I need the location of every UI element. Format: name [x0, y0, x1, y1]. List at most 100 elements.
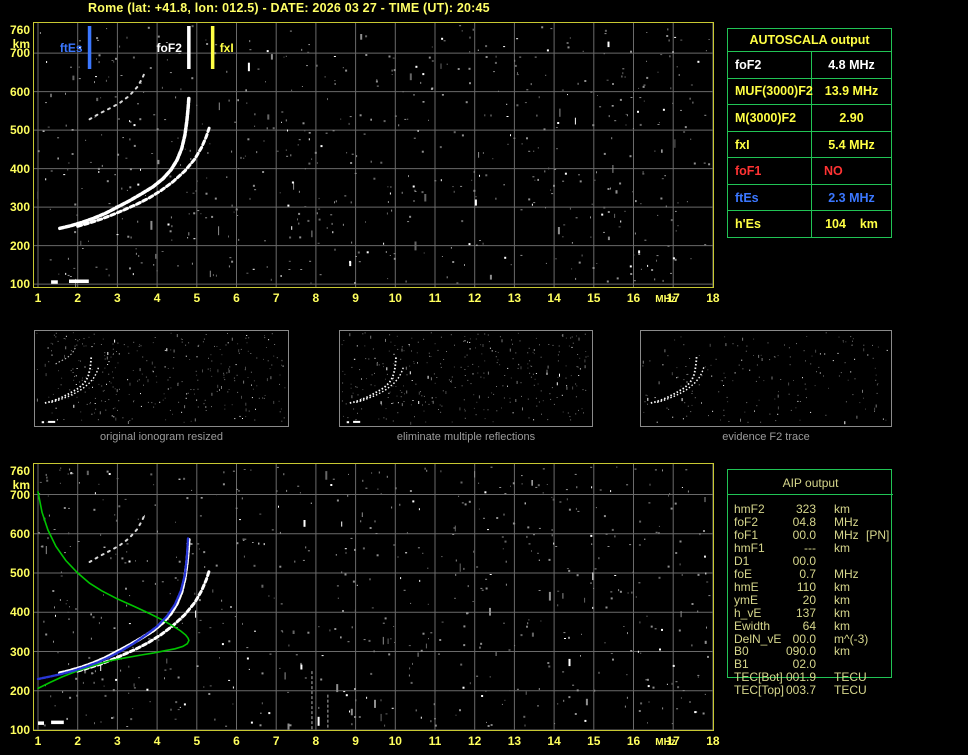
noise-dot: [211, 392, 213, 396]
noise-dot: [825, 414, 827, 416]
noise-dot: [664, 175, 666, 177]
noise-dot: [528, 347, 530, 349]
noise-dot: [190, 389, 192, 390]
noise-dot: [875, 379, 877, 381]
noise-dot: [643, 100, 645, 102]
noise-dot: [114, 514, 116, 516]
noise-dot: [638, 250, 641, 254]
noise-dot: [279, 667, 281, 669]
noise-dot: [156, 128, 159, 131]
noise-dot: [364, 332, 366, 334]
noise-dot: [510, 264, 512, 266]
noise-dot: [231, 150, 233, 153]
noise-dot: [671, 723, 673, 725]
noise-dot: [392, 363, 394, 365]
noise-dot: [52, 590, 55, 592]
noise-dot: [847, 379, 849, 381]
noise-dot: [438, 653, 440, 655]
noise-dot: [577, 366, 579, 368]
noise-dot: [533, 202, 536, 204]
noise-dot: [335, 554, 337, 556]
noise-dot: [509, 348, 511, 352]
noise-dot: [407, 221, 410, 223]
noise-dot: [825, 332, 827, 334]
noise-dot: [57, 652, 59, 654]
noise-dot: [74, 345, 76, 347]
noise-dot: [350, 201, 352, 204]
noise-dot: [250, 371, 252, 373]
noise-dot: [412, 662, 413, 665]
noise-dot: [232, 686, 234, 689]
aip-row: Ewidth 64 km: [728, 619, 893, 633]
freq-marker-label-foF2: foF2: [157, 41, 183, 55]
noise-dot: [345, 69, 348, 72]
noise-dot: [576, 366, 578, 368]
noise-dot: [755, 380, 757, 382]
noise-dot: [133, 687, 136, 689]
noise-dot: [57, 137, 60, 139]
noise-dot: [538, 527, 541, 529]
noise-dot: [619, 590, 622, 593]
aip-row-unit: km: [834, 579, 850, 594]
noise-dot: [368, 639, 371, 642]
noise-dot: [119, 388, 120, 390]
noise-dot: [410, 681, 413, 684]
noise-dot: [284, 387, 286, 389]
noise-dot: [475, 196, 477, 198]
noise-dot: [170, 708, 172, 711]
noise-dot: [132, 708, 134, 710]
noise-dot: [207, 152, 209, 154]
noise-dot: [492, 421, 494, 423]
noise-dot: [646, 395, 648, 397]
noise-dot: [68, 532, 70, 535]
noise-dot: [264, 337, 266, 339]
noise-dot: [523, 715, 526, 718]
noise-dot: [130, 718, 133, 721]
noise-dot: [461, 502, 464, 504]
noise-dot: [574, 473, 577, 475]
noise-dot: [126, 36, 128, 39]
noise-dot: [214, 718, 216, 721]
noise-dot: [221, 643, 224, 646]
noise-dot: [409, 73, 412, 81]
noise-dot: [647, 722, 648, 724]
noise-dot: [698, 355, 700, 356]
noise-dot: [247, 138, 250, 141]
noise-dot: [157, 35, 160, 38]
noise-dot: [506, 103, 508, 105]
noise-dot: [271, 529, 274, 531]
noise-dot: [209, 627, 212, 629]
noise-dot: [77, 340, 79, 342]
noise-dot: [575, 396, 577, 398]
noise-dot: [565, 489, 568, 491]
noise-dot: [437, 349, 439, 351]
noise-dot: [666, 407, 668, 409]
noise-dot: [156, 381, 158, 383]
noise-dot: [397, 348, 399, 350]
noise-dot: [551, 387, 553, 389]
noise-dot: [221, 354, 223, 356]
noise-dot: [255, 408, 256, 410]
noise-dot: [639, 520, 642, 523]
noise-dot: [486, 721, 487, 723]
autoscala-row: ftEs 2.3 MHz: [728, 183, 891, 211]
noise-dot: [259, 513, 262, 515]
noise-dot: [514, 523, 516, 525]
noise-dot: [532, 176, 535, 178]
noise-dot: [411, 337, 413, 339]
noise-dot: [472, 363, 474, 365]
noise-dot: [228, 235, 229, 238]
noise-dot: [642, 365, 644, 367]
noise-dot: [362, 479, 364, 482]
noise-dot: [503, 46, 506, 48]
noise-dot: [241, 497, 243, 500]
noise-dot: [487, 529, 489, 531]
noise-dot: [173, 349, 175, 353]
noise-dot: [418, 391, 420, 395]
noise-dot: [132, 273, 134, 276]
noise-dot: [135, 248, 137, 250]
noise-dot: [668, 495, 669, 497]
noise-dot: [495, 55, 497, 58]
noise-dot: [380, 713, 382, 722]
aip-row: hmF1 --- km: [728, 541, 893, 555]
